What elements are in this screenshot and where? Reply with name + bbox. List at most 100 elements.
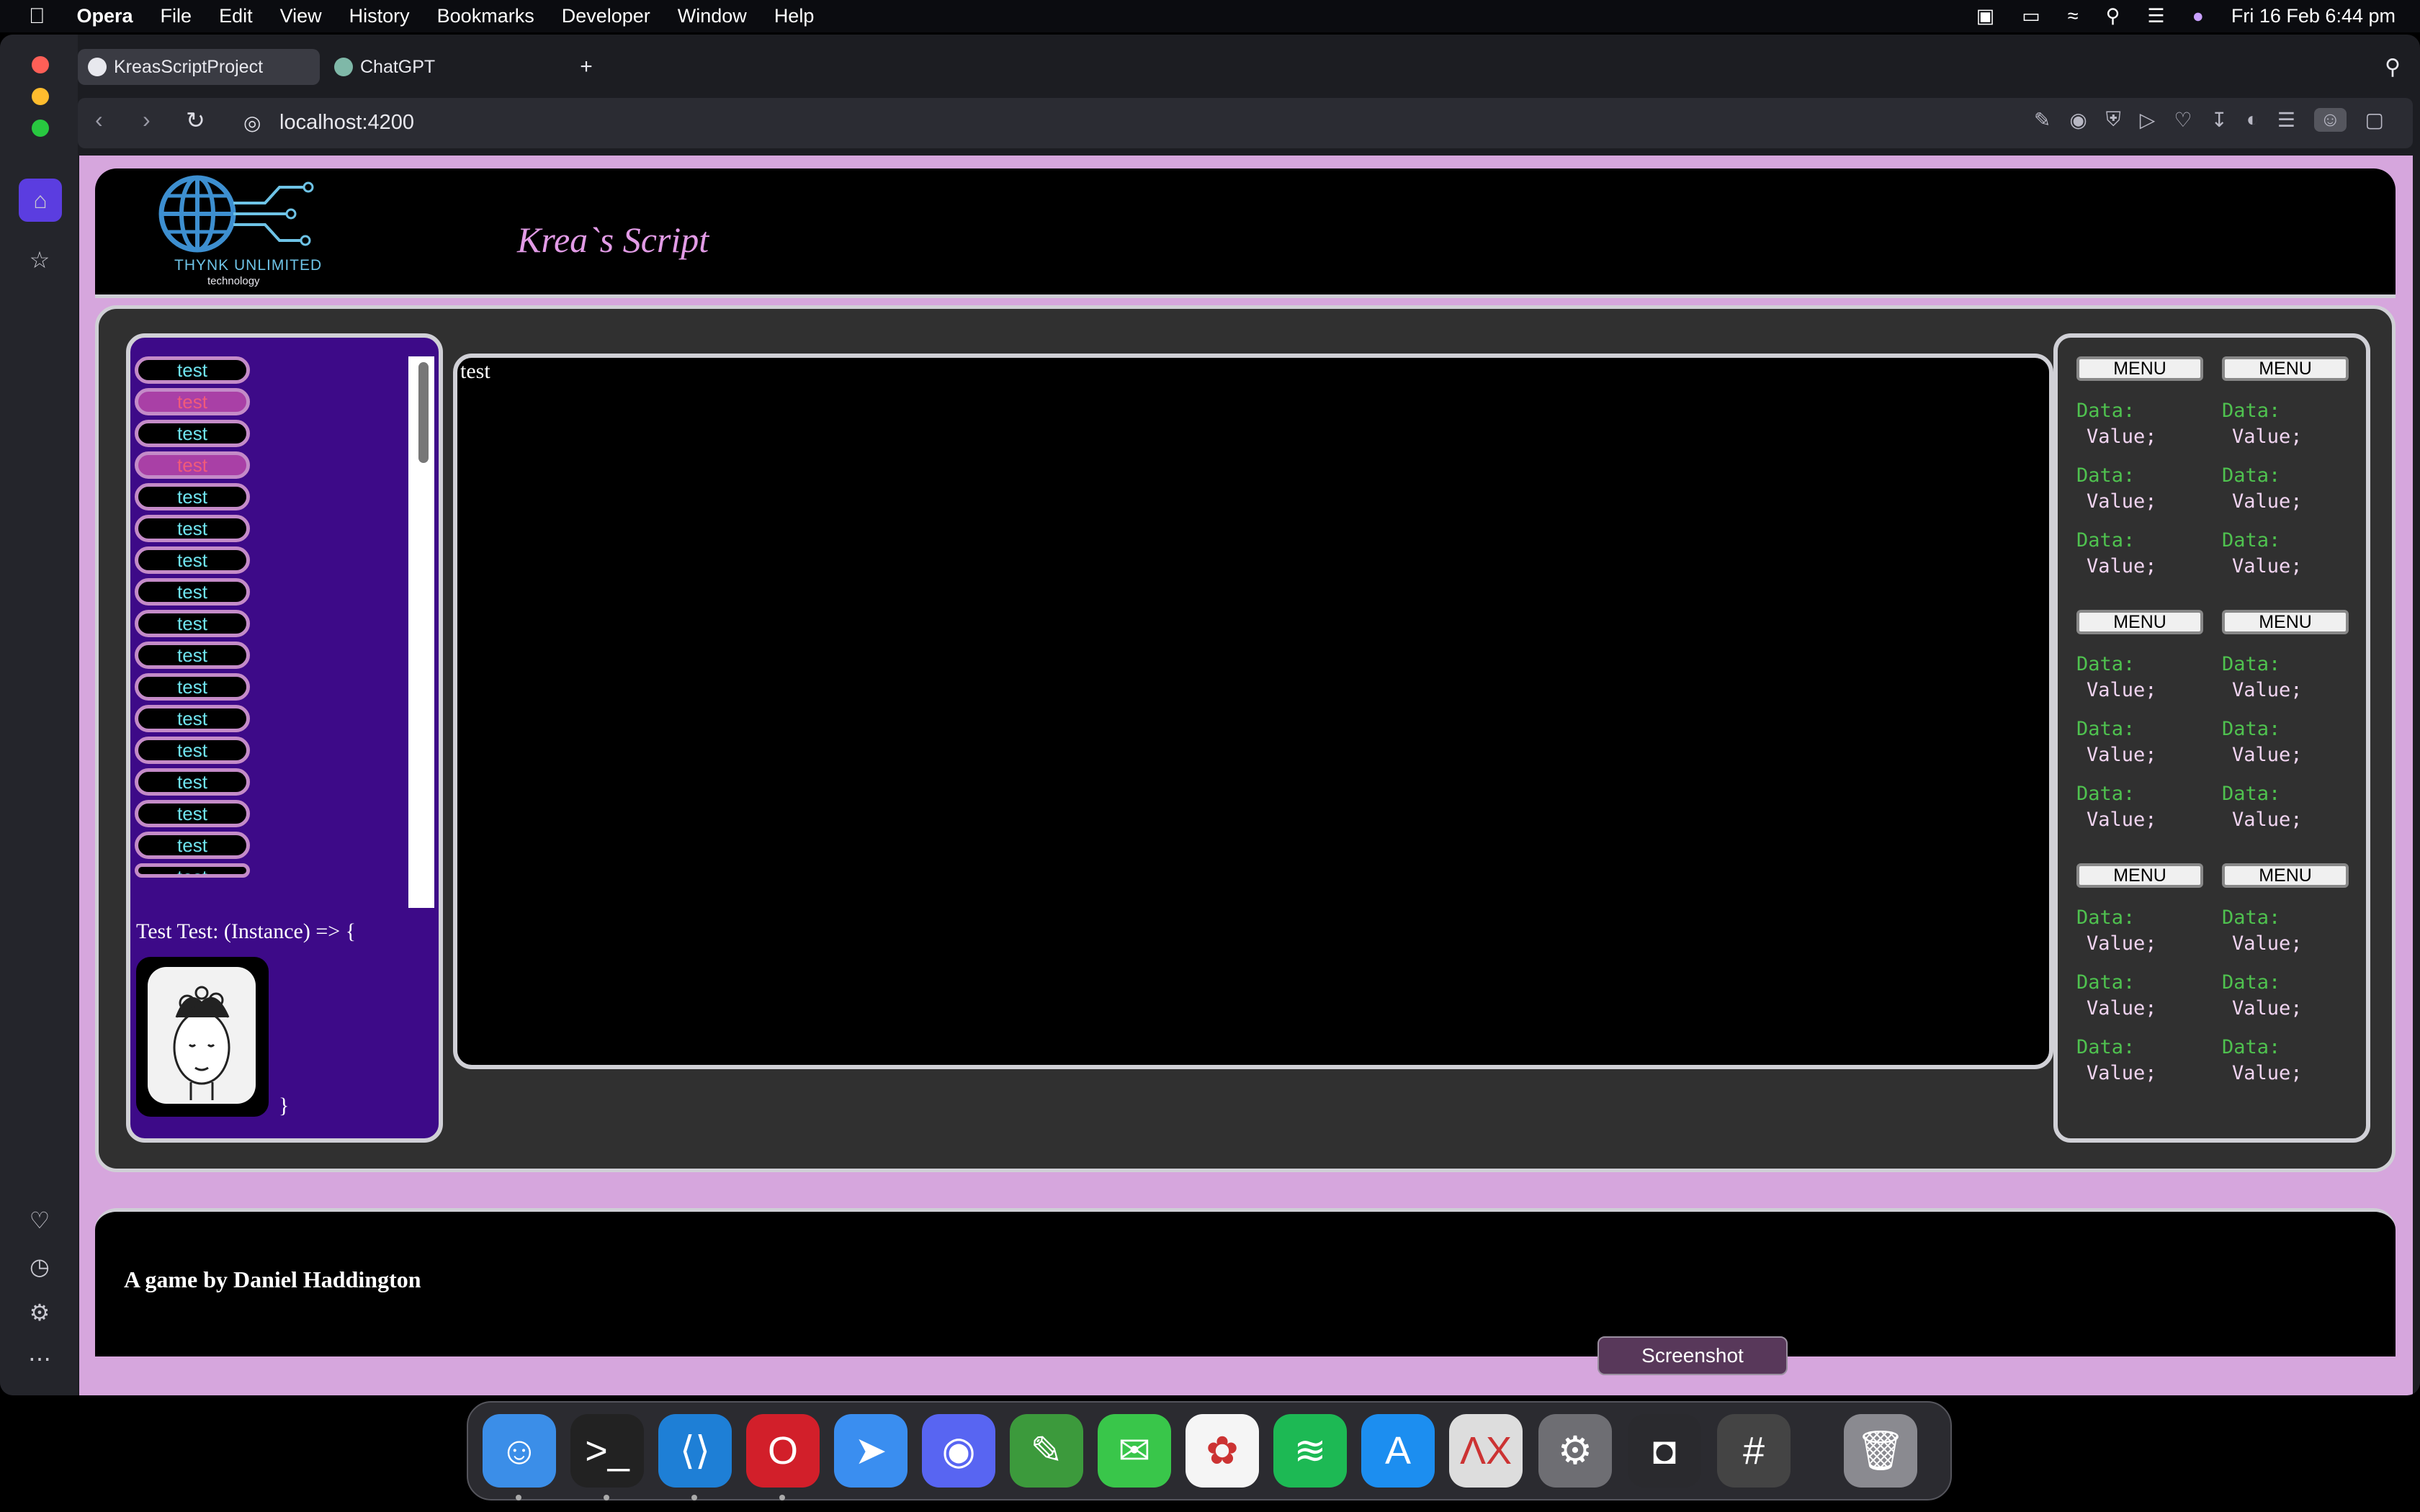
extensions-icon[interactable]: ▢ xyxy=(2365,108,2384,132)
menu-developer[interactable]: Developer xyxy=(562,5,650,27)
spark-icon[interactable]: ➤ xyxy=(834,1414,908,1488)
latexit-icon[interactable]: ΛX xyxy=(1449,1414,1523,1488)
dock-tooltip: Screenshot xyxy=(1597,1336,1788,1375)
terminal-icon[interactable]: >_ xyxy=(570,1414,644,1488)
menu-help[interactable]: Help xyxy=(774,5,815,27)
tab-bar: KreasScriptProject ChatGPT + ⚲ xyxy=(78,40,2420,85)
messages-icon[interactable]: ✉ xyxy=(1098,1414,1171,1488)
list-item[interactable]: test xyxy=(135,737,250,764)
menu-button[interactable]: MENU xyxy=(2076,863,2203,888)
siri-icon[interactable]: ● xyxy=(2192,5,2204,27)
apple-icon[interactable]:  xyxy=(29,4,45,29)
minimize-window-button[interactable] xyxy=(32,88,49,105)
menu-button[interactable]: MENU xyxy=(2076,356,2203,381)
home-icon[interactable]: ⌂ xyxy=(19,179,62,222)
list-item[interactable]: test xyxy=(135,832,250,859)
scrollbar-thumb[interactable] xyxy=(418,362,429,463)
list-item[interactable]: test xyxy=(135,673,250,701)
data-label: Data: xyxy=(2076,400,2136,422)
easy-setup-icon[interactable]: ☰ xyxy=(2277,108,2295,132)
control-center-icon[interactable]: ☰ xyxy=(2147,5,2164,27)
app-store-icon[interactable]: A xyxy=(1361,1414,1435,1488)
list-item[interactable]: test xyxy=(135,578,250,606)
pinboard-icon[interactable]: ☆ xyxy=(23,243,56,276)
play-icon[interactable]: ▷ xyxy=(2140,108,2156,132)
screen-record-icon[interactable]: ▣ xyxy=(1976,5,1995,27)
close-window-button[interactable] xyxy=(32,56,49,73)
head-illustration-icon xyxy=(173,986,230,1100)
url-field[interactable]: localhost:4200 xyxy=(279,111,414,135)
list-item[interactable]: test xyxy=(135,546,250,574)
calculator-icon[interactable]: # xyxy=(1717,1414,1791,1488)
game-screen[interactable]: test xyxy=(453,354,2053,1069)
list-item[interactable]: test xyxy=(135,768,250,796)
history-icon[interactable]: ◷ xyxy=(23,1250,56,1283)
settings-icon[interactable]: ⚙ xyxy=(23,1296,56,1329)
tab-label: ChatGPT xyxy=(360,56,436,77)
list-item[interactable]: test xyxy=(135,420,250,447)
menu-button[interactable]: MENU xyxy=(2222,863,2349,888)
list-item[interactable]: test xyxy=(135,356,250,384)
tab-search-icon[interactable]: ⚲ xyxy=(2378,49,2407,85)
heart-icon[interactable]: ♡ xyxy=(23,1204,56,1237)
list-item[interactable]: test xyxy=(135,705,250,732)
opera-icon[interactable]: O xyxy=(746,1414,820,1488)
list-item[interactable]: test xyxy=(135,800,250,827)
menubar-clock[interactable]: Fri 16 Feb 6:44 pm xyxy=(2231,5,2396,27)
menubar-app-name[interactable]: Opera xyxy=(77,5,133,27)
more-icon[interactable]: ⋯ xyxy=(23,1342,56,1375)
tab-chatgpt[interactable]: ChatGPT xyxy=(324,49,566,85)
avatar xyxy=(136,957,269,1117)
profile-icon[interactable]: ☺ xyxy=(2313,108,2347,132)
data-label: Data: xyxy=(2076,1036,2136,1058)
list-item[interactable]: test xyxy=(135,642,250,669)
system-settings-icon[interactable]: ⚙ xyxy=(1538,1414,1612,1488)
menu-view[interactable]: View xyxy=(280,5,322,27)
main-area: test test test test test test test test test test… xyxy=(95,305,2396,1172)
edit-icon[interactable]: ✎ xyxy=(2034,108,2051,132)
camera-icon[interactable]: ◉ xyxy=(2069,108,2087,132)
zoom-window-button[interactable] xyxy=(32,120,49,137)
list-item[interactable]: test xyxy=(135,863,250,878)
list-item[interactable]: test xyxy=(135,388,250,415)
menu-bookmarks[interactable]: Bookmarks xyxy=(437,5,534,27)
data-value: Value; xyxy=(2232,997,2303,1020)
data-label: Data: xyxy=(2076,718,2136,740)
screenshot-icon[interactable]: ◘ xyxy=(1628,1414,1701,1488)
menu-file[interactable]: File xyxy=(161,5,192,27)
reload-icon[interactable]: ↻ xyxy=(186,107,205,134)
vscode-icon[interactable]: ⟨⟩ xyxy=(658,1414,732,1488)
menu-edit[interactable]: Edit xyxy=(219,5,253,27)
data-label: Data: xyxy=(2222,400,2281,422)
back-icon[interactable]: ‹ xyxy=(95,107,103,133)
forward-icon[interactable]: › xyxy=(143,107,151,133)
evernote-icon[interactable]: ✎ xyxy=(1010,1414,1083,1488)
footer-credit: A game by Daniel Haddington xyxy=(124,1266,421,1292)
list-item[interactable]: test xyxy=(135,610,250,637)
download-icon[interactable]: ↧ xyxy=(2210,108,2227,132)
spotify-icon[interactable]: ≋ xyxy=(1273,1414,1347,1488)
list-item[interactable]: test xyxy=(135,483,250,510)
trash-icon[interactable]: 🗑 xyxy=(1844,1414,1917,1488)
dock: ☺ >_ ⟨⟩ O ➤ ◉ ✎ ✉ ✿ ≋ A ΛX ⚙ ◘ # 🗑 xyxy=(467,1401,1952,1500)
shield-icon[interactable]: ⛨ xyxy=(2106,108,2121,132)
discord-icon[interactable]: ◉ xyxy=(922,1414,995,1488)
search-icon[interactable]: ⚲ xyxy=(2106,5,2120,27)
menu-button[interactable]: MENU xyxy=(2222,610,2349,634)
favorite-icon[interactable]: ♡ xyxy=(2174,108,2192,132)
menu-history[interactable]: History xyxy=(349,5,410,27)
list-item[interactable]: test xyxy=(135,515,250,542)
site-info-icon[interactable]: ◎ xyxy=(243,111,261,135)
menu-window[interactable]: Window xyxy=(678,5,747,27)
list-item[interactable]: test xyxy=(135,451,250,479)
photos-icon[interactable]: ✿ xyxy=(1186,1414,1259,1488)
wifi-icon[interactable]: ≈ xyxy=(2068,5,2079,27)
finder-icon[interactable]: ☺ xyxy=(483,1414,556,1488)
theme-icon[interactable]: ◐ xyxy=(2246,108,2259,132)
chatgpt-icon xyxy=(334,58,353,76)
new-tab-button[interactable]: + xyxy=(572,49,601,85)
menu-button[interactable]: MENU xyxy=(2076,610,2203,634)
menu-button[interactable]: MENU xyxy=(2222,356,2349,381)
tab-kreasscriptproject[interactable]: KreasScriptProject xyxy=(78,49,320,85)
battery-icon[interactable]: ▭ xyxy=(2022,5,2040,27)
